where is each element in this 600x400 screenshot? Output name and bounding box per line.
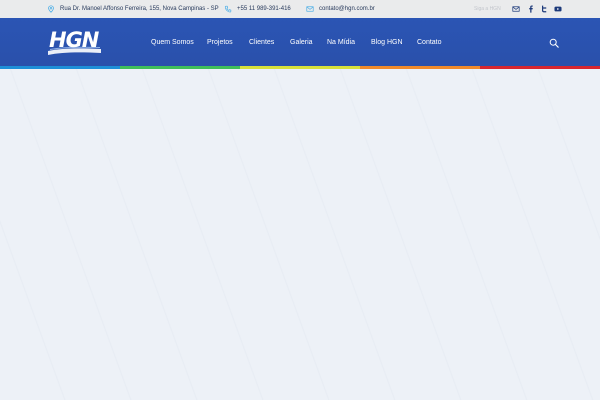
nav-na-midia[interactable]: Na Mídia: [327, 18, 355, 66]
phone-item[interactable]: +55 11 989-391-416: [224, 0, 291, 18]
email-item[interactable]: contato@hgn.com.br: [306, 0, 375, 18]
phone-text[interactable]: +55 11 989-391-416: [237, 6, 291, 12]
email-text[interactable]: contato@hgn.com.br: [319, 6, 375, 12]
twitter-icon: [540, 5, 548, 13]
nav-clientes[interactable]: Clientes: [249, 18, 274, 66]
nav-projetos[interactable]: Projetos: [207, 18, 233, 66]
envelope-icon: [306, 5, 314, 13]
search-icon: [549, 38, 559, 48]
location-pin-icon: [47, 5, 55, 13]
social-youtube-link[interactable]: [554, 0, 562, 18]
social-mail-link[interactable]: [512, 0, 520, 18]
address-item: Rua Dr. Manoel Affonso Ferreira, 155, No…: [47, 0, 219, 18]
logo-text: HGN: [49, 28, 99, 52]
address-text: Rua Dr. Manoel Affonso Ferreira, 155, No…: [60, 6, 219, 12]
mail-icon: [512, 5, 520, 13]
youtube-icon: [554, 5, 562, 13]
phone-icon: [224, 5, 232, 13]
page-content-area: [0, 69, 600, 400]
follow-label: Siga a HGN: [474, 6, 501, 12]
nav-contato[interactable]: Contato: [417, 18, 442, 66]
social-facebook-link[interactable]: [527, 0, 535, 18]
nav-blog-hgn[interactable]: Blog HGN: [371, 18, 403, 66]
nav-quem-somos[interactable]: Quem Somos: [151, 18, 194, 66]
top-info-bar: Rua Dr. Manoel Affonso Ferreira, 155, No…: [0, 0, 600, 18]
facebook-icon: [527, 5, 535, 13]
social-twitter-link[interactable]: [540, 0, 548, 18]
nav-galeria[interactable]: Galeria: [290, 18, 313, 66]
main-header: HGN Quem Somos Projetos Clientes Galeria…: [0, 18, 600, 66]
hgn-logo[interactable]: HGN: [46, 27, 103, 57]
search-button[interactable]: [549, 38, 559, 48]
